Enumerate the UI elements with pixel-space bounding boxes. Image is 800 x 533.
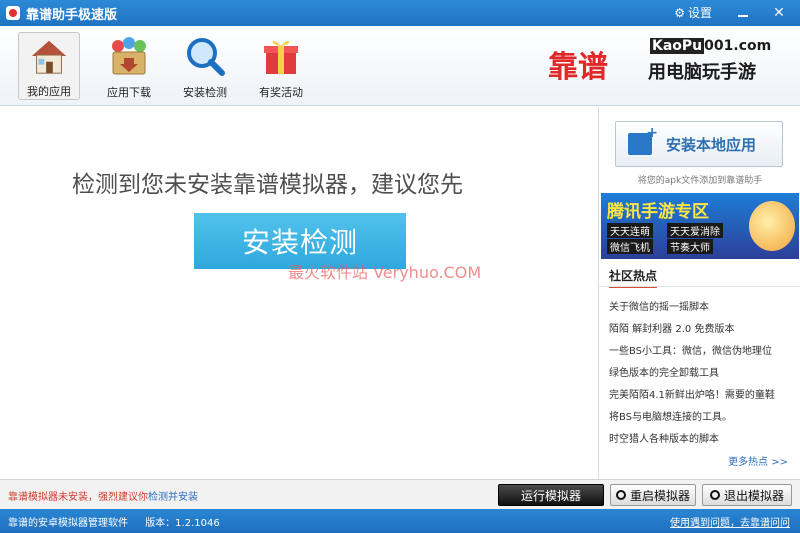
minimize-button[interactable] [728, 0, 758, 26]
install-message: 检测到您未安装靠谱模拟器，建议您先 [72, 172, 463, 198]
hot-topics-list: 关于微信的摇一摇脚本 陌陌 解封利器 2.0 免费版本 一些BS小工具：微信，微… [609, 297, 799, 451]
more-hot-link[interactable]: 更多热点 >> [728, 453, 788, 468]
brand-name: 靠谱 [548, 50, 608, 85]
status-bar: 靠谱模拟器未安装，强烈建议你检测并安装 运行模拟器 重启模拟器 退出模拟器 [0, 479, 800, 509]
brand-tagline: 用电脑玩手游 [648, 62, 756, 83]
tool-rewards[interactable]: 有奖活动 [250, 32, 312, 100]
banner-game: 天天连萌 [607, 223, 653, 238]
right-sidebar: 安装本地应用 将您的apk文件添加到靠谱助手 腾讯手游专区 天天连萌 天天爱消除… [598, 107, 800, 479]
install-local-label: 安装本地应用 [666, 135, 757, 154]
hot-topic-item[interactable]: 完美陌陌4.1新鲜出炉咯！需要的童鞋 [609, 385, 799, 407]
tool-label: 我的应用 [27, 85, 71, 98]
divider [599, 286, 800, 287]
gear-icon: ⚙ [674, 5, 685, 20]
power-icon [709, 490, 720, 500]
tool-app-download[interactable]: 应用下载 [98, 32, 160, 100]
footer-bar: 靠谱的安卓模拟器管理软件 版本：1.2.1046 使用遇到问题，去靠谱问问 [0, 509, 800, 533]
tool-my-apps[interactable]: 我的应用 [18, 32, 80, 100]
warning-text: 靠谱模拟器未安装，强烈建议你 [8, 492, 148, 503]
banner-game: 微信飞机 [607, 239, 653, 254]
brand-domain: KaoPu 001.com [650, 38, 772, 54]
settings-label: 设置 [687, 6, 712, 20]
tool-label: 安装检测 [183, 86, 227, 99]
hot-topic-item[interactable]: 时空猎人各种版本的脚本 [609, 429, 799, 451]
banner-game: 节奏大师 [667, 239, 713, 254]
settings-button[interactable]: ⚙ 设置 [674, 4, 712, 21]
footer-version: 版本：1.2.1046 [145, 518, 220, 529]
restart-label: 重启模拟器 [629, 488, 690, 503]
banner-game: 天天爱消除 [667, 223, 723, 238]
close-icon: ✕ [773, 5, 785, 21]
banner-title: 腾讯手游专区 [607, 202, 709, 222]
emulator-warning: 靠谱模拟器未安装，强烈建议你检测并安装 [8, 488, 198, 503]
exit-emulator-button[interactable]: 退出模拟器 [702, 484, 792, 506]
hot-topic-item[interactable]: 陌陌 解封利器 2.0 免费版本 [609, 319, 799, 341]
footer-info: 靠谱的安卓模拟器管理软件 版本：1.2.1046 [8, 514, 220, 529]
tool-install-check[interactable]: 安装检测 [174, 32, 236, 100]
app-logo-icon [6, 6, 20, 20]
brand-logo: 靠谱 KaoPu 001.com 用电脑玩手游 [548, 36, 778, 96]
hot-topic-item[interactable]: 将BS与电脑想连接的工具。 [609, 407, 799, 429]
magnifier-icon [187, 38, 225, 76]
mascot-icon [749, 201, 795, 251]
community-hot-title: 社区热点 [609, 267, 658, 288]
watermark-text: 最火软件站 Veryhuo.COM [288, 263, 482, 282]
detect-install-link[interactable]: 检测并安装 [148, 492, 198, 503]
hot-topic-item[interactable]: 一些BS小工具：微信，微信伪地理位 [609, 341, 799, 363]
hot-topic-item[interactable]: 关于微信的摇一摇脚本 [609, 297, 799, 319]
tool-label: 应用下载 [107, 86, 151, 99]
install-local-app-button[interactable]: 安装本地应用 [615, 121, 783, 167]
add-app-icon [628, 125, 658, 155]
main-toolbar: 我的应用 应用下载 安装检测 有奖活动 靠谱 KaoPu 001.com 用电脑玩… [0, 26, 800, 106]
exit-label: 退出模拟器 [723, 488, 784, 503]
install-local-hint: 将您的apk文件添加到靠谱助手 [637, 176, 763, 186]
tool-label: 有奖活动 [259, 86, 303, 99]
gift-icon [264, 41, 298, 74]
restart-icon [615, 490, 626, 500]
close-button[interactable]: ✕ [764, 0, 794, 26]
run-label: 运行模拟器 [520, 488, 581, 503]
main-content: 检测到您未安装靠谱模拟器，建议您先 安装检测 最火软件站 Veryhuo.COM [0, 107, 598, 479]
tencent-games-banner[interactable]: 腾讯手游专区 天天连萌 天天爱消除 微信飞机 节奏大师 [601, 193, 799, 259]
title-bar: 靠谱助手极速版 ⚙ 设置 ✕ [0, 0, 800, 26]
app-download-icon [112, 37, 146, 75]
restart-emulator-button[interactable]: 重启模拟器 [610, 484, 696, 506]
hot-topic-item[interactable]: 绿色版本的完全卸载工具 [609, 363, 799, 385]
footer-description: 靠谱的安卓模拟器管理软件 [8, 518, 128, 529]
run-emulator-button[interactable]: 运行模拟器 [498, 484, 604, 506]
window-title: 靠谱助手极速版 [26, 7, 118, 23]
minimize-icon [738, 15, 748, 17]
home-icon [31, 40, 67, 74]
help-link[interactable]: 使用遇到问题，去靠谱问问 [670, 514, 790, 529]
